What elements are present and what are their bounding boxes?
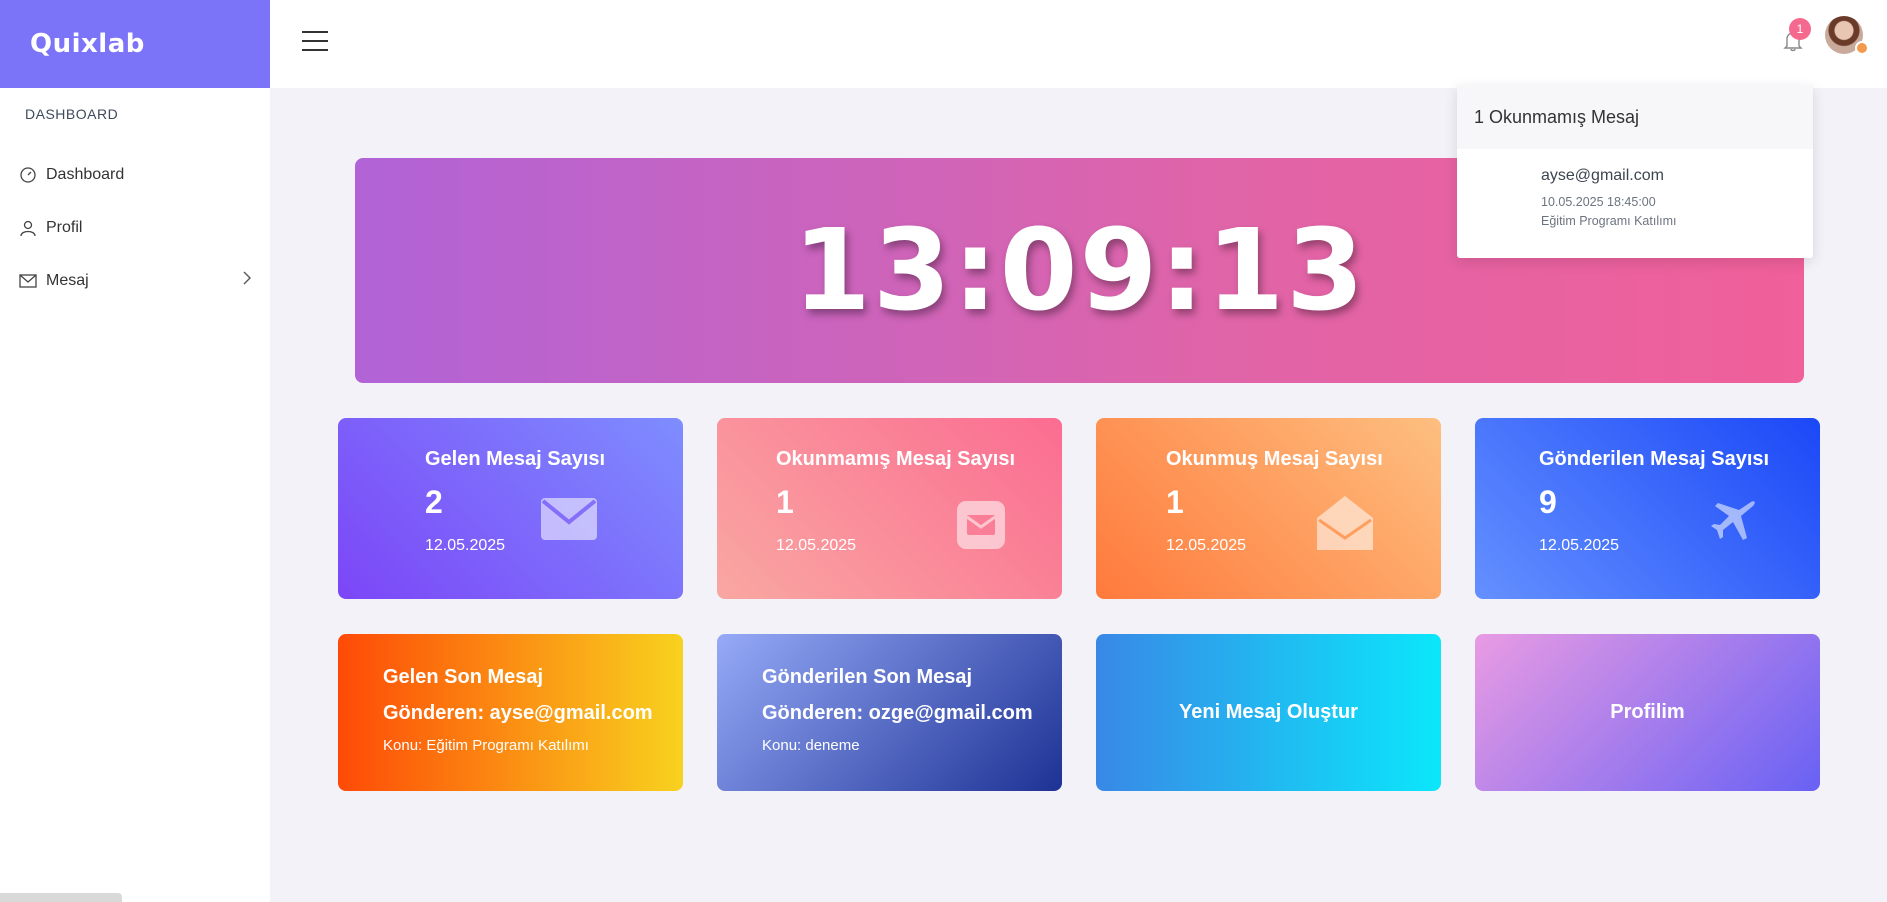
stat-value: 1 [1166, 484, 1184, 520]
sidebar-item-label: Dashboard [46, 165, 125, 183]
sidebar: Quixlab DASHBOARD Dashboard Profil Mesaj [0, 0, 270, 902]
sidebar-item-label: Mesaj [46, 271, 89, 289]
last-received-card[interactable]: Gelen Son Mesaj Gönderen: ayse@gmail.com… [338, 634, 683, 791]
stat-value: 2 [425, 484, 443, 520]
speedometer-icon [18, 165, 38, 185]
topbar [270, 0, 1887, 88]
button-label: Yeni Mesaj Oluştur [1179, 701, 1358, 723]
sidebar-item-label: Profil [46, 218, 83, 236]
notification-dropdown: 1 Okunmamış Mesaj ayse@gmail.com 10.05.2… [1457, 85, 1813, 258]
card-sender: Gönderen: ayse@gmail.com [383, 702, 653, 724]
status-tab [0, 893, 122, 902]
stat-title: Okunmamış Mesaj Sayısı [776, 448, 1016, 470]
brand-logo[interactable]: Quixlab [0, 0, 270, 88]
stat-card-read[interactable]: Okunmuş Mesaj Sayısı 1 12.05.2025 [1096, 418, 1441, 599]
sidebar-item-profil[interactable]: Profil [0, 201, 270, 254]
stat-title: Gelen Mesaj Sayısı [425, 448, 606, 470]
stat-date: 12.05.2025 [425, 537, 506, 554]
card-sender: Gönderen: ozge@gmail.com [762, 702, 1033, 724]
card-subject: Konu: deneme [762, 737, 860, 754]
notification-item[interactable]: ayse@gmail.com 10.05.2025 18:45:00 Eğiti… [1457, 149, 1813, 228]
profile-button[interactable]: Profilim [1475, 634, 1820, 791]
notification-sender: ayse@gmail.com [1541, 167, 1664, 184]
status-dot [1855, 41, 1869, 55]
last-sent-card[interactable]: Gönderilen Son Mesaj Gönderen: ozge@gmai… [717, 634, 1062, 791]
card-subject: Konu: Eğitim Programı Katılımı [383, 737, 589, 754]
sidebar-item-mesaj[interactable]: Mesaj [0, 254, 270, 307]
stat-value: 9 [1539, 484, 1557, 520]
stat-card-sent[interactable]: Gönderilen Mesaj Sayısı 9 12.05.2025 [1475, 418, 1820, 599]
stat-card-unread[interactable]: Okunmamış Mesaj Sayısı 1 12.05.2025 [717, 418, 1062, 599]
button-label: Profilim [1610, 701, 1685, 723]
stat-date: 12.05.2025 [1166, 537, 1247, 554]
notification-badge: 1 [1789, 18, 1811, 40]
notification-subject: Eğitim Programı Katılımı [1541, 214, 1677, 228]
stat-date: 12.05.2025 [1539, 537, 1620, 554]
clock-time: 13:09:13 [792, 205, 1367, 336]
stat-value: 1 [776, 484, 794, 520]
menu-toggle-icon[interactable] [302, 31, 328, 53]
envelope-square-icon [957, 501, 1005, 554]
dropdown-header: 1 Okunmamış Mesaj [1457, 85, 1813, 149]
card-title: Gelen Son Mesaj [383, 666, 544, 688]
sidebar-item-dashboard[interactable]: Dashboard [0, 148, 270, 201]
sidebar-section-label: DASHBOARD [25, 106, 119, 122]
envelope-icon [18, 271, 38, 291]
stat-card-received[interactable]: Gelen Mesaj Sayısı 2 12.05.2025 [338, 418, 683, 599]
stat-date: 12.05.2025 [776, 537, 857, 554]
card-title: Gönderilen Son Mesaj [762, 666, 973, 688]
notification-datetime: 10.05.2025 18:45:00 [1541, 195, 1656, 209]
stat-title: Okunmuş Mesaj Sayısı [1166, 448, 1383, 470]
user-icon [18, 218, 38, 238]
envelope-icon [541, 498, 597, 545]
envelope-open-icon [1317, 496, 1373, 555]
plane-icon [1711, 498, 1757, 549]
stat-title: Gönderilen Mesaj Sayısı [1539, 448, 1770, 470]
chevron-right-icon [242, 271, 252, 290]
new-message-button[interactable]: Yeni Mesaj Oluştur [1096, 634, 1441, 791]
